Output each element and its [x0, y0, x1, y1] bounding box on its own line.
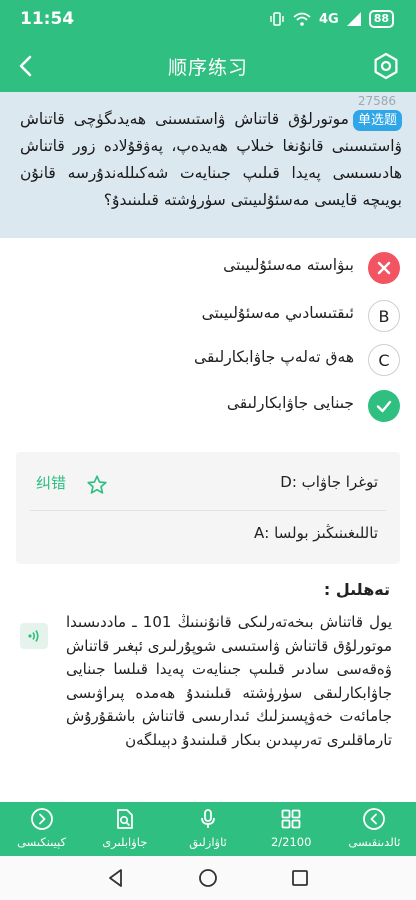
nav-back-icon[interactable]	[105, 867, 127, 889]
bottom-nav: كېيىنكىسى جاۋابلىرى ئاۋازلىق 2/2100 ئالد…	[0, 802, 416, 856]
option-d-text: جىنايى جاۋابكارلىقى	[226, 394, 354, 412]
option-a-text: بىۋاستە مەسئۇلىيىتى	[223, 256, 354, 274]
chevron-left-circle-icon	[363, 808, 386, 830]
favorite-star-icon[interactable]	[86, 474, 108, 496]
page-title: 顺序练习	[167, 57, 248, 79]
report-error-button[interactable]: 纠错	[36, 472, 66, 493]
option-c[interactable]: C ھەق تەلەپ جاۋابكارلىقى	[0, 340, 416, 380]
network-type: 4G	[318, 11, 339, 27]
option-d[interactable]: جىنايى جاۋابكارلىقى	[0, 386, 416, 426]
settings-icon[interactable]	[370, 50, 402, 82]
next-label: كېيىنكىسى	[17, 835, 67, 849]
correct-answer-text: توغرا جاۋاب :D	[280, 473, 378, 491]
status-time: 11:54	[20, 9, 75, 29]
audio-wave-icon	[28, 630, 39, 642]
option-d-marker	[368, 390, 400, 422]
next-question-button[interactable]: كېيىنكىسى	[0, 802, 83, 856]
question-text: موتورلۇق قاتناش ۋاستىسىنى ھەيدىگۈچى قاتن…	[20, 110, 402, 209]
voice-button[interactable]: ئاۋازلىق	[166, 802, 249, 856]
option-c-marker: C	[368, 344, 400, 376]
progress-button[interactable]: 2/2100	[250, 802, 333, 856]
option-a-marker	[368, 252, 400, 284]
answers-button[interactable]: جاۋابلىرى	[83, 802, 166, 856]
option-c-text: ھەق تەلەپ جاۋابكارلىقى	[194, 348, 354, 366]
previous-question-button[interactable]: ئالدىنقىسى	[333, 802, 416, 856]
option-b-marker: B	[368, 300, 400, 332]
check-icon	[376, 400, 392, 413]
question-text-block: 单选题موتورلۇق قاتناش ۋاستىسىنى ھەيدىگۈچى ق…	[20, 106, 402, 214]
analysis-text: يول قاتناش بىخەتەرلىكى قانۇنىنىڭ 101 ـ م…	[66, 613, 392, 749]
prev-label: ئالدىنقىسى	[348, 835, 401, 849]
analysis-audio-button[interactable]	[20, 623, 48, 649]
chevron-right-circle-icon	[30, 808, 53, 830]
status-bar: 11:54 4G 88	[0, 0, 416, 40]
question-type-badge: 单选题	[352, 110, 402, 131]
grid-icon	[281, 809, 301, 829]
answer-card: 纠错 توغرا جاۋاب :D تاللىغىنىڭىز بولسا :A	[16, 452, 400, 564]
card-divider	[30, 510, 386, 511]
option-b-text: ئىقتىسادىي مەسئۇلىيىتى	[201, 304, 354, 322]
wrong-x-icon	[377, 261, 391, 275]
nav-recents-icon[interactable]	[289, 867, 311, 889]
your-answer-text: تاللىغىنىڭىز بولسا :A	[253, 524, 378, 542]
nav-home-icon[interactable]	[197, 867, 219, 889]
option-b[interactable]: B ئىقتىسادىي مەسئۇلىيىتى	[0, 296, 416, 336]
analysis-title: تەھلىل :	[323, 580, 390, 599]
microphone-icon	[201, 809, 215, 828]
system-nav-bar	[0, 856, 416, 900]
wifi-icon	[293, 12, 311, 26]
option-a[interactable]: بىۋاستە مەسئۇلىيىتى	[0, 248, 416, 288]
status-icons: 4G 88	[269, 10, 394, 28]
answers-label: جاۋابلىرى	[102, 835, 148, 849]
vibrate-icon	[270, 12, 284, 26]
document-search-icon	[116, 809, 133, 829]
battery-icon: 88	[368, 10, 394, 28]
voice-label: ئاۋازلىق	[189, 835, 227, 849]
app-bar: 顺序练习	[0, 40, 416, 92]
question-panel: 27586 单选题موتورلۇق قاتناش ۋاستىسىنى ھەيدى…	[0, 92, 416, 238]
signal-icon	[346, 12, 361, 26]
progress-label: 2/2100	[270, 835, 312, 849]
